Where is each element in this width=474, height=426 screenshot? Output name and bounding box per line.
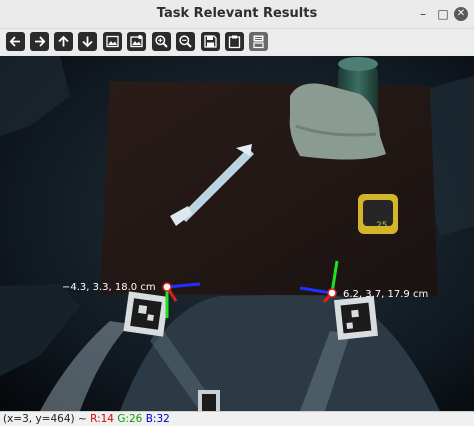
origin-left — [162, 282, 172, 292]
arrow-up-icon — [58, 35, 69, 47]
window-title: Task Relevant Results — [156, 6, 318, 21]
clipboard-icon — [228, 35, 241, 49]
aruco-marker-bottom — [198, 390, 220, 411]
arrow-right-icon — [35, 36, 46, 47]
aruco-marker-left — [123, 291, 169, 337]
zoom-out-button[interactable] — [176, 32, 195, 51]
tape-label: 25 — [376, 221, 387, 231]
camera-image: 25 −4.3, 3.3, 18.0 cm 6.2, 3.7, 17.9 cm — [0, 56, 474, 411]
zoom-in-button[interactable] — [152, 32, 171, 51]
arrow-left-icon — [9, 36, 20, 47]
pan-up-button[interactable] — [54, 32, 73, 51]
properties-button[interactable] — [249, 32, 268, 51]
magnify-minus-icon — [179, 35, 192, 48]
minimize-icon[interactable]: – — [416, 7, 430, 21]
pan-right-button[interactable] — [30, 32, 49, 51]
image-viewport[interactable]: 25 −4.3, 3.3, 18.0 cm 6.2, 3.7, 17.9 cm — [0, 56, 474, 411]
pixel-red-value: R:14 — [90, 413, 114, 425]
pixel-blue-value: B:32 — [145, 413, 170, 425]
zoom-fit-button[interactable] — [103, 32, 122, 51]
zoom-original-button[interactable] — [127, 32, 146, 51]
pan-left-button[interactable] — [6, 32, 25, 51]
origin-right — [327, 288, 337, 298]
pixel-green-value: G:26 — [117, 413, 143, 425]
aruco-marker-right — [334, 296, 378, 340]
toolbar — [0, 29, 474, 55]
copy-image-button[interactable] — [225, 32, 244, 51]
marker-right-label: 6.2, 3.7, 17.9 cm — [343, 289, 428, 300]
close-icon[interactable]: ✕ — [454, 7, 468, 21]
arrow-down-icon — [82, 36, 93, 48]
pan-down-button[interactable] — [78, 32, 97, 51]
image-icon — [106, 35, 119, 48]
work-surface — [100, 81, 438, 296]
image-icon — [130, 35, 143, 48]
title-bar: Task Relevant Results – □ ✕ — [0, 0, 474, 29]
properties-icon — [253, 35, 264, 49]
save-image-button[interactable] — [201, 32, 220, 51]
maximize-icon[interactable]: □ — [436, 7, 450, 21]
marker-left-label: −4.3, 3.3, 18.0 cm — [62, 282, 156, 293]
magnify-plus-icon — [155, 35, 168, 48]
status-bar: (x=3, y=464) ~ R:14 G:26 B:32 — [0, 411, 474, 426]
save-icon — [204, 35, 217, 48]
cursor-coordinates: (x=3, y=464) ~ — [3, 413, 87, 425]
